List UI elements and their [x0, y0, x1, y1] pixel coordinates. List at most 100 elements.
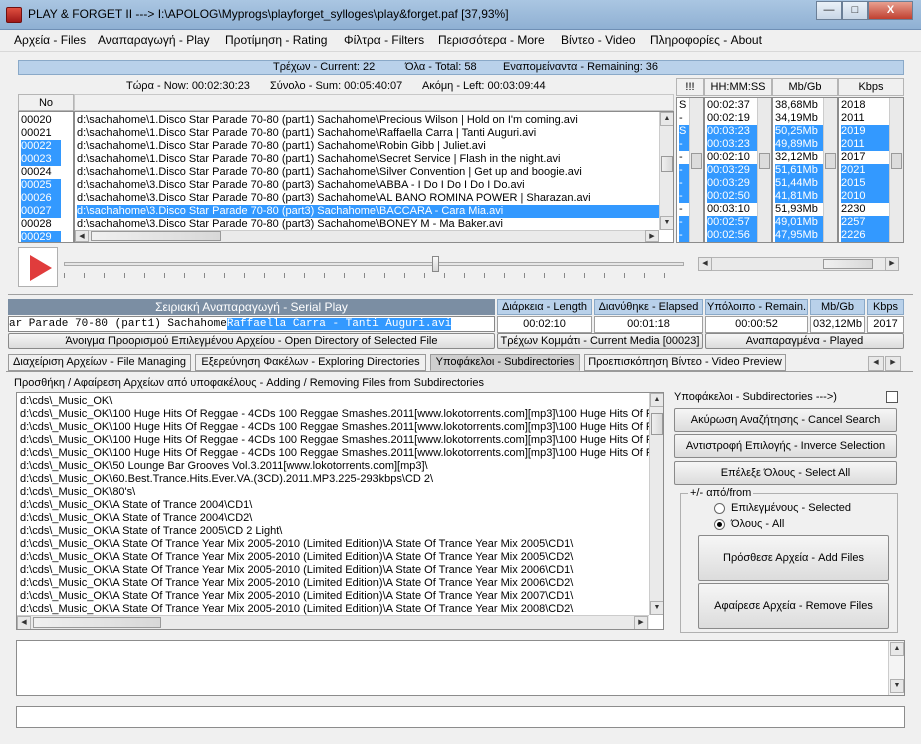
subdir-hscroll[interactable]: ◀ ▶	[17, 615, 649, 629]
row-path[interactable]: d:\sachahome\3.Disco Star Parade 70-80 (…	[77, 205, 659, 218]
playlist-path-list[interactable]: d:\sachahome\1.Disco Star Parade 70-80 (…	[74, 111, 674, 243]
subdir-item[interactable]: d:\cds\_Music_OK\80's\	[20, 486, 650, 499]
row-path[interactable]: d:\sachahome\1.Disco Star Parade 70-80 (…	[77, 114, 659, 127]
tab-scroll-left-icon[interactable]: ◀	[868, 356, 884, 371]
row-path[interactable]: d:\sachahome\1.Disco Star Parade 70-80 (…	[77, 153, 659, 166]
subdir-hscroll-thumb[interactable]	[33, 617, 161, 628]
played-button[interactable]: Αναπαραγμένα - Played	[705, 333, 904, 349]
tab-exploring-directories[interactable]: Εξερεύνηση Φακέλων - Exploring Directori…	[195, 354, 426, 371]
scroll-thumb[interactable]	[661, 156, 673, 172]
close-button[interactable]: X	[868, 1, 913, 20]
subdir-item[interactable]: d:\cds\_Music_OK\100 Huge Hits Of Reggae…	[20, 408, 650, 421]
volume-right-icon[interactable]: ▶	[885, 257, 899, 271]
subdir-item[interactable]: d:\cds\_Music_OK\	[20, 395, 650, 408]
cell-kbps[interactable]: 2011	[841, 138, 893, 151]
log-vscroll[interactable]: ▲ ▼	[888, 641, 904, 695]
column-scrollbar[interactable]	[757, 98, 771, 242]
col-flag-header[interactable]: !!!	[676, 78, 704, 96]
cell-kbps[interactable]: 2230	[841, 203, 893, 216]
cell-kbps[interactable]: 2226	[841, 229, 893, 242]
subdir-item[interactable]: d:\cds\_Music_OK\A State of Trance 2005\…	[20, 525, 650, 538]
cell-time[interactable]: 00:03:10	[707, 203, 759, 216]
menu-rating[interactable]: Προτίμηση - Rating	[225, 33, 327, 47]
subdirectories-checkbox[interactable]	[886, 391, 898, 403]
row-number[interactable]: 00026	[21, 192, 61, 205]
cell-time[interactable]: 00:02:50	[707, 190, 759, 203]
cell-time[interactable]: 00:02:56	[707, 229, 759, 242]
row-number[interactable]: 00028	[21, 218, 61, 231]
maximize-button[interactable]: □	[842, 1, 868, 20]
progress-slider[interactable]	[64, 262, 684, 266]
scroll-up-icon[interactable]: ▲	[660, 112, 673, 126]
cell-size[interactable]: 49,89Mb	[775, 138, 827, 151]
cell-size[interactable]: 47,95Mb	[775, 229, 827, 242]
cell-size[interactable]: 49,01Mb	[775, 216, 827, 229]
cell-kbps[interactable]: 2021	[841, 164, 893, 177]
select-all-button[interactable]: Επέλεξε Όλους - Select All	[674, 461, 897, 485]
cell-time[interactable]: 00:02:37	[707, 99, 759, 112]
subdir-item[interactable]: d:\cds\_Music_OK\A State of Trance 2004\…	[20, 512, 650, 525]
subdir-item[interactable]: d:\cds\_Music_OK\100 Huge Hits Of Reggae…	[20, 447, 650, 460]
cell-time[interactable]: 00:03:29	[707, 177, 759, 190]
scroll-left-icon[interactable]: ◀	[75, 230, 89, 242]
subdir-scroll-thumb[interactable]	[651, 413, 663, 435]
tab-video-preview[interactable]: Προεπισκόπηση Βίντεο - Video Preview	[584, 354, 786, 371]
cell-size[interactable]: 51,93Mb	[775, 203, 827, 216]
cell-kbps[interactable]: 2015	[841, 177, 893, 190]
cell-time[interactable]: 00:02:19	[707, 112, 759, 125]
cell-kbps[interactable]: 2018	[841, 99, 893, 112]
menu-files[interactable]: Αρχεία - Files	[14, 33, 86, 47]
command-input[interactable]	[16, 706, 905, 728]
cell-size[interactable]: 32,12Mb	[775, 151, 827, 164]
radio-all[interactable]	[714, 519, 725, 530]
volume-left-icon[interactable]: ◀	[698, 257, 712, 271]
cell-kbps[interactable]: 2257	[841, 216, 893, 229]
row-path[interactable]: d:\sachahome\1.Disco Star Parade 70-80 (…	[77, 140, 659, 153]
playlist-vscroll[interactable]: ▲ ▼	[659, 112, 673, 230]
log-textarea[interactable]: ▲ ▼	[16, 640, 905, 696]
subdir-vscroll[interactable]: ▲ ▼	[649, 393, 663, 615]
row-path[interactable]: d:\sachahome\1.Disco Star Parade 70-80 (…	[77, 127, 659, 140]
column-scroll-thumb[interactable]	[891, 153, 902, 169]
open-directory-button[interactable]: Άνοιγμα Προορισμού Επιλεγμένου Αρχείου -…	[8, 333, 495, 349]
tab-file-managing[interactable]: Διαχείριση Αρχείων - File Managing	[8, 354, 191, 371]
row-path[interactable]: d:\sachahome\3.Disco Star Parade 70-80 (…	[77, 192, 659, 205]
row-number[interactable]: 00025	[21, 179, 61, 192]
row-number[interactable]: 00027	[21, 205, 61, 218]
menu-play[interactable]: Αναπαραγωγή - Play	[98, 33, 210, 47]
tab-scroll-right-icon[interactable]: ▶	[885, 356, 901, 371]
cell-time[interactable]: 00:03:29	[707, 164, 759, 177]
subdir-item[interactable]: d:\cds\_Music_OK\A State Of Trance Year …	[20, 590, 650, 603]
playlist-hscroll[interactable]: ◀ ▶	[75, 230, 659, 242]
cell-size[interactable]: 34,19Mb	[775, 112, 827, 125]
menu-filters[interactable]: Φίλτρα - Filters	[344, 33, 424, 47]
cell-kbps[interactable]: 2017	[841, 151, 893, 164]
menu-about[interactable]: Πληροφορίες - About	[650, 33, 762, 47]
menu-video[interactable]: Βίντεο - Video	[561, 33, 636, 47]
col-time-header[interactable]: HH:MM:SS	[704, 78, 772, 96]
menu-more[interactable]: Περισσότερα - More	[438, 33, 545, 47]
subdir-scroll-down-icon[interactable]: ▼	[650, 601, 663, 615]
row-path[interactable]: d:\sachahome\3.Disco Star Parade 70-80 (…	[77, 179, 659, 192]
subdir-scroll-left-icon[interactable]: ◀	[17, 616, 31, 629]
subdir-item[interactable]: d:\cds\_Music_OK\A State Of Trance Year …	[20, 603, 650, 615]
radio-selected[interactable]	[714, 503, 725, 514]
column-scrollbar[interactable]	[689, 98, 703, 242]
subdir-scroll-right-icon[interactable]: ▶	[634, 616, 648, 629]
cell-size[interactable]: 38,68Mb	[775, 99, 827, 112]
column-scroll-thumb[interactable]	[825, 153, 836, 169]
subdir-item[interactable]: d:\cds\_Music_OK\A State Of Trance Year …	[20, 564, 650, 577]
cell-size[interactable]: 41,81Mb	[775, 190, 827, 203]
tab-subdirectories[interactable]: Υποφάκελοι - Subdirectories	[430, 354, 580, 371]
subdir-item[interactable]: d:\cds\_Music_OK\A State Of Trance Year …	[20, 538, 650, 551]
cell-size[interactable]: 50,25Mb	[775, 125, 827, 138]
row-number[interactable]: 00029	[21, 231, 61, 242]
subdir-item[interactable]: d:\cds\_Music_OK\A State Of Trance Year …	[20, 577, 650, 590]
cell-size[interactable]: 51,61Mb	[775, 164, 827, 177]
column-scroll-thumb[interactable]	[759, 153, 770, 169]
cancel-search-button[interactable]: Ακύρωση Αναζήτησης - Cancel Search	[674, 408, 897, 432]
cell-kbps[interactable]: 2019	[841, 125, 893, 138]
column-scroll-thumb[interactable]	[691, 153, 702, 169]
current-media-button[interactable]: Τρέχων Κομμάτι - Current Media [00023]	[497, 333, 703, 349]
column-scrollbar[interactable]	[889, 98, 903, 242]
